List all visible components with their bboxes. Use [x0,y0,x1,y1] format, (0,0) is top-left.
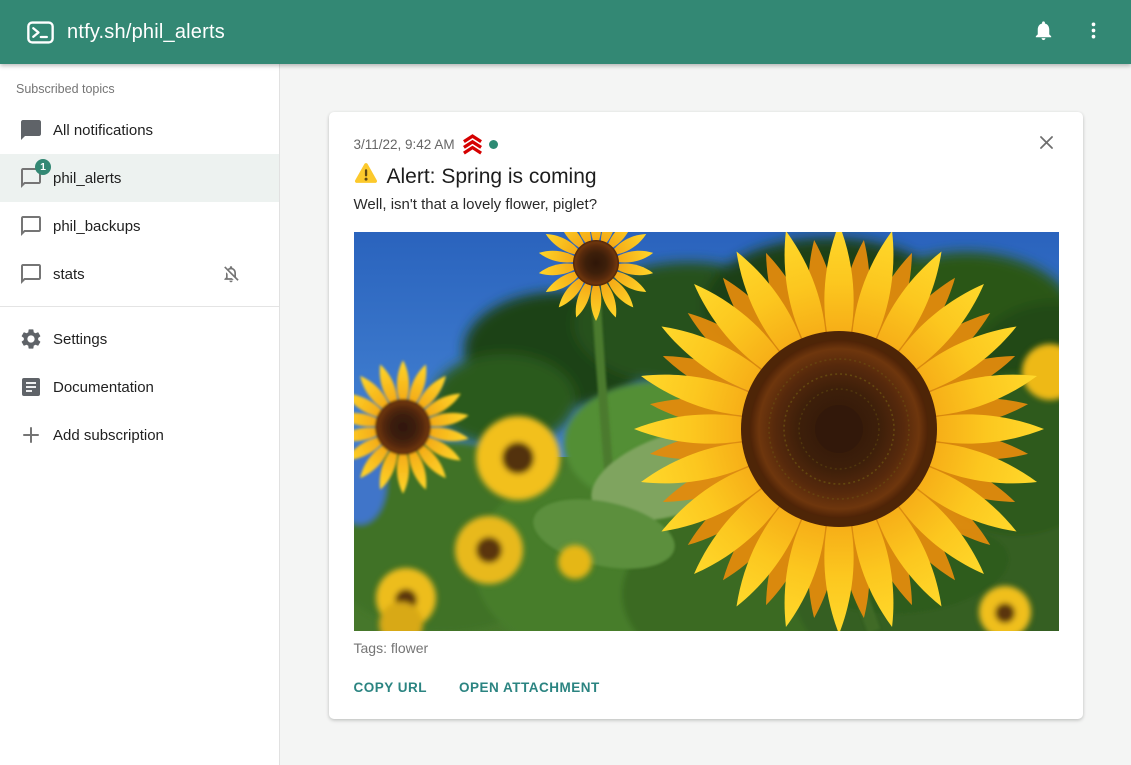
overflow-menu-button[interactable] [1071,10,1115,54]
chat-bubble-outline-icon [19,262,43,286]
gear-icon [19,327,43,351]
bell-off-icon [221,264,241,284]
sidebar-item-documentation[interactable]: Documentation [0,363,279,411]
app-bar: ntfy.sh/phil_alerts [0,0,1131,64]
sidebar-item-label: Documentation [52,379,154,396]
sidebar-item-label: phil_backups [52,218,141,235]
document-icon [19,375,43,399]
copy-url-button[interactable]: COPY URL [354,672,428,703]
subscribed-topics-heading: Subscribed topics [16,82,279,96]
kebab-menu-icon [1083,20,1104,44]
notification-title: Alert: Spring is coming [387,163,597,191]
sidebar-item-label: Add subscription [52,427,164,444]
sidebar-item-phil-backups[interactable]: phil_backups [0,202,279,250]
open-attachment-button[interactable]: OPEN ATTACHMENT [459,672,600,703]
bell-icon [1032,19,1055,45]
sidebar-item-settings[interactable]: Settings [0,315,279,363]
notification-actions: COPY URL OPEN ATTACHMENT [354,672,1059,703]
terminal-icon [27,21,54,44]
sidebar-item-label: stats [52,266,85,283]
notification-timestamp: 3/11/22, 9:42 AM [354,137,455,152]
notification-meta: 3/11/22, 9:42 AM [354,134,1059,155]
sidebar-item-label: All notifications [52,122,153,139]
chat-bubble-outline-icon: 1 [19,166,43,190]
sidebar-item-label: phil_alerts [52,170,121,187]
close-notification-button[interactable] [1033,130,1061,158]
sidebar-item-stats[interactable]: stats [0,250,279,298]
sidebar: Subscribed topics All notifications 1 ph… [0,64,280,765]
unread-dot-icon [489,140,498,149]
unread-count-badge: 1 [35,159,51,175]
sidebar-item-phil-alerts[interactable]: 1 phil_alerts [0,154,279,202]
sidebar-item-add-subscription[interactable]: Add subscription [0,411,279,459]
plus-icon [19,423,43,447]
notifications-bell-button[interactable] [1021,10,1065,54]
warning-emoji-icon [354,162,378,192]
notification-message: Well, isn't that a lovely flower, piglet… [354,195,1059,215]
sidebar-item-label: Settings [52,331,107,348]
chat-bubble-filled-icon [19,118,43,142]
sidebar-item-all-notifications[interactable]: All notifications [0,106,279,154]
priority-urgent-icon [461,134,484,155]
main-content: 3/11/22, 9:42 AM Alert: Spring is coming [280,64,1131,765]
close-icon [1037,133,1056,155]
notification-title-row: Alert: Spring is coming [354,162,1059,192]
page-title: ntfy.sh/phil_alerts [67,21,225,44]
notification-tags: Tags: flower [354,640,1059,656]
chat-bubble-outline-icon [19,214,43,238]
notification-card: 3/11/22, 9:42 AM Alert: Spring is coming [329,112,1083,719]
sidebar-divider [0,306,279,307]
attachment-image-sunflowers[interactable] [354,232,1059,631]
